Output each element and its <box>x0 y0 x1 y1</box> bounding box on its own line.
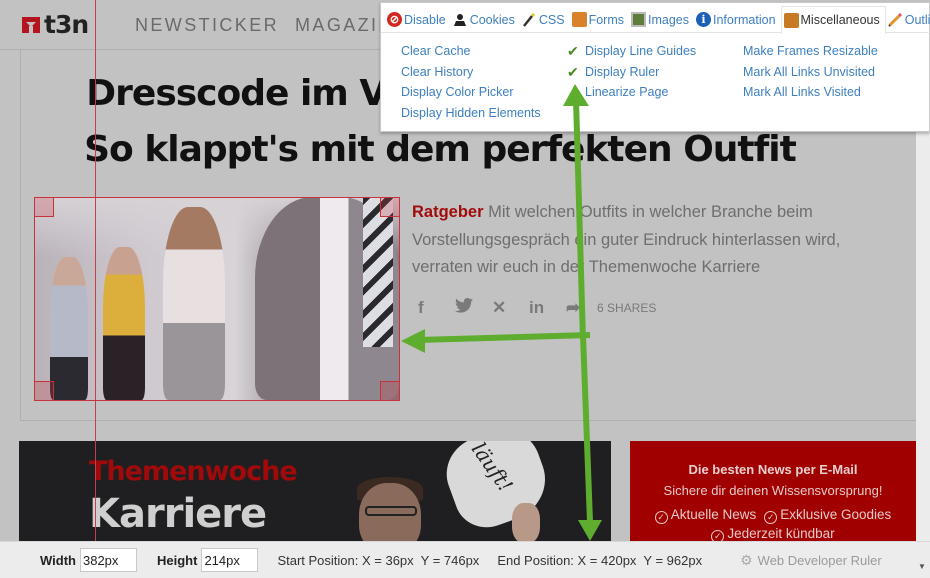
bullet-item: ✓ Aktuelle News <box>654 507 757 524</box>
tab-forms[interactable]: Forms <box>570 7 629 33</box>
tab-label: Outline <box>904 12 930 27</box>
tab-images[interactable]: Images <box>629 7 694 33</box>
nav-magazin[interactable]: MAGAZIN <box>295 15 394 36</box>
menu-column: ✔ Display Line Guides ✔ Display Ruler Li… <box>567 41 743 124</box>
menu-item-display-ruler[interactable]: ✔ Display Ruler <box>567 62 743 83</box>
banner-person-glasses <box>365 506 417 516</box>
menu-item-label: Display Ruler <box>585 64 660 79</box>
height-label: Height <box>156 552 198 568</box>
menu-item-mark-all-links-unvisited[interactable]: Mark All Links Unvisited <box>743 62 878 83</box>
logo-text: t3n <box>44 10 89 39</box>
linkedin-icon[interactable]: in <box>529 298 566 318</box>
forms-icon <box>571 12 587 27</box>
menu-item-clear-cache[interactable]: Clear Cache <box>401 41 567 62</box>
menu-options: Clear Cache Clear History Display Color … <box>401 41 878 124</box>
resize-handle-bottom-left[interactable] <box>34 381 54 401</box>
bullet-label: Exklusive Goodies <box>780 507 892 522</box>
menu-tabs: ⊘ Disable Cookies CSS Forms Images i Inf… <box>381 6 930 34</box>
resize-handle-top-right[interactable] <box>380 197 400 217</box>
t3n-logo-icon <box>22 16 40 33</box>
tab-label: CSS <box>538 12 565 27</box>
tab-disable[interactable]: ⊘ Disable <box>385 7 451 33</box>
tab-information[interactable]: i Information <box>694 7 781 33</box>
newsletter-bullets: ✓ Aktuelle News ✓ Exklusive Goodies <box>630 507 916 524</box>
menu-column: Make Frames Resizable Mark All Links Unv… <box>743 41 878 124</box>
banner-title-white: Karriere <box>89 491 267 537</box>
newsletter-title: Die besten News per E-Mail <box>688 462 858 477</box>
article-teaser: Ratgeber Mit welchen Outfits in welcher … <box>412 199 892 282</box>
tab-label: Images <box>647 12 689 27</box>
newsletter-box[interactable]: Die besten News per E-Mail Sichere dir d… <box>630 441 916 541</box>
teaser-kicker[interactable]: Ratgeber <box>412 203 484 221</box>
ruler-selection[interactable] <box>34 197 400 401</box>
menu-item-clear-history[interactable]: Clear History <box>401 62 567 83</box>
bullet-item: ✓ Jederzeit kündbar <box>630 526 916 541</box>
themenwoche-banner[interactable]: läuft! Themenwoche Karriere <box>19 441 611 541</box>
width-label: Width <box>40 552 76 568</box>
resize-handle-top-left[interactable] <box>34 197 54 217</box>
end-position: End Position: X = 420px Y = 962px <box>497 552 703 568</box>
height-input[interactable] <box>201 548 259 572</box>
check-circle-icon: ✓ <box>654 511 668 524</box>
main-nav: NEWSTICKER MAGAZIN <box>135 15 394 36</box>
nav-newsticker[interactable]: NEWSTICKER <box>135 15 279 36</box>
resize-handle-bottom-right[interactable] <box>380 381 400 401</box>
menu-item-label: Display Line Guides <box>585 44 697 58</box>
facebook-icon[interactable]: f <box>418 298 455 318</box>
xing-icon[interactable]: ✕ <box>492 298 529 318</box>
share-count: 6 SHARES <box>597 301 657 315</box>
tab-cookies[interactable]: Cookies <box>451 7 520 33</box>
cookies-icon <box>453 12 468 27</box>
newsletter-subtitle: Sichere dir deinen Wissensvorsprung! <box>663 483 883 498</box>
menu-item-make-frames-resizable[interactable]: Make Frames Resizable <box>743 41 878 62</box>
menu-item-display-hidden-elements[interactable]: Display Hidden Elements <box>401 103 567 124</box>
tab-label: Disable <box>404 12 446 27</box>
banner-hand <box>512 503 540 541</box>
ruler-brand-label: Web Developer Ruler <box>757 552 882 568</box>
article-border-bottom <box>20 420 916 421</box>
bullet-label: Aktuelle News <box>670 507 757 522</box>
web-developer-ruler-bar: Width Height Start Position: X = 36px Y … <box>0 541 930 578</box>
check-circle-icon: ✓ <box>764 511 778 524</box>
t3n-logo[interactable]: t3n <box>20 10 89 39</box>
check-circle-icon: ✓ <box>711 530 725 541</box>
article-border-left <box>20 50 21 420</box>
width-input[interactable] <box>79 548 137 572</box>
menu-item-mark-all-links-visited[interactable]: Mark All Links Visited <box>743 82 878 103</box>
menu-item-display-color-picker[interactable]: Display Color Picker <box>401 82 567 103</box>
checkmark-icon: ✔ <box>567 43 579 59</box>
web-developer-menu: ⊘ Disable Cookies CSS Forms Images i Inf… <box>380 2 930 132</box>
tab-label: Forms <box>588 12 624 27</box>
ruler-brand[interactable]: ⚙ Web Developer Ruler <box>740 552 882 569</box>
banner-title-red: Themenwoche <box>89 456 298 487</box>
tab-css[interactable]: CSS <box>520 7 570 33</box>
images-icon <box>630 12 646 27</box>
tab-label: Information <box>712 12 776 27</box>
miscellaneous-icon <box>783 12 799 28</box>
bullet-item: ✓ Exklusive Goodies <box>764 507 891 524</box>
gear-icon: ⚙ <box>740 551 753 568</box>
share-row: f ✕ in ➦ 6 SHARES <box>418 298 656 318</box>
bullet-label: Jederzeit kündbar <box>727 526 835 541</box>
information-icon: i <box>695 12 711 27</box>
menu-item-label: Linearize Page <box>585 85 669 100</box>
menu-item-display-line-guides[interactable]: ✔ Display Line Guides <box>567 41 743 62</box>
disable-icon: ⊘ <box>387 12 402 27</box>
menu-item-linearize-page[interactable]: Linearize Page <box>567 82 743 103</box>
tab-outline[interactable]: Outline <box>886 7 930 33</box>
start-position: Start Position: X = 36px Y = 746px <box>277 552 480 568</box>
outline-icon <box>888 12 903 27</box>
scroll-down-arrow-icon[interactable]: ▼ <box>918 562 926 571</box>
tab-label: Miscellaneous <box>800 13 880 27</box>
twitter-icon[interactable] <box>455 298 492 318</box>
tab-miscellaneous[interactable]: Miscellaneous <box>780 6 886 34</box>
tab-label: Cookies <box>469 12 515 27</box>
menu-column: Clear Cache Clear History Display Color … <box>401 41 567 124</box>
checkmark-icon: ✔ <box>567 63 579 80</box>
css-icon <box>522 12 537 27</box>
